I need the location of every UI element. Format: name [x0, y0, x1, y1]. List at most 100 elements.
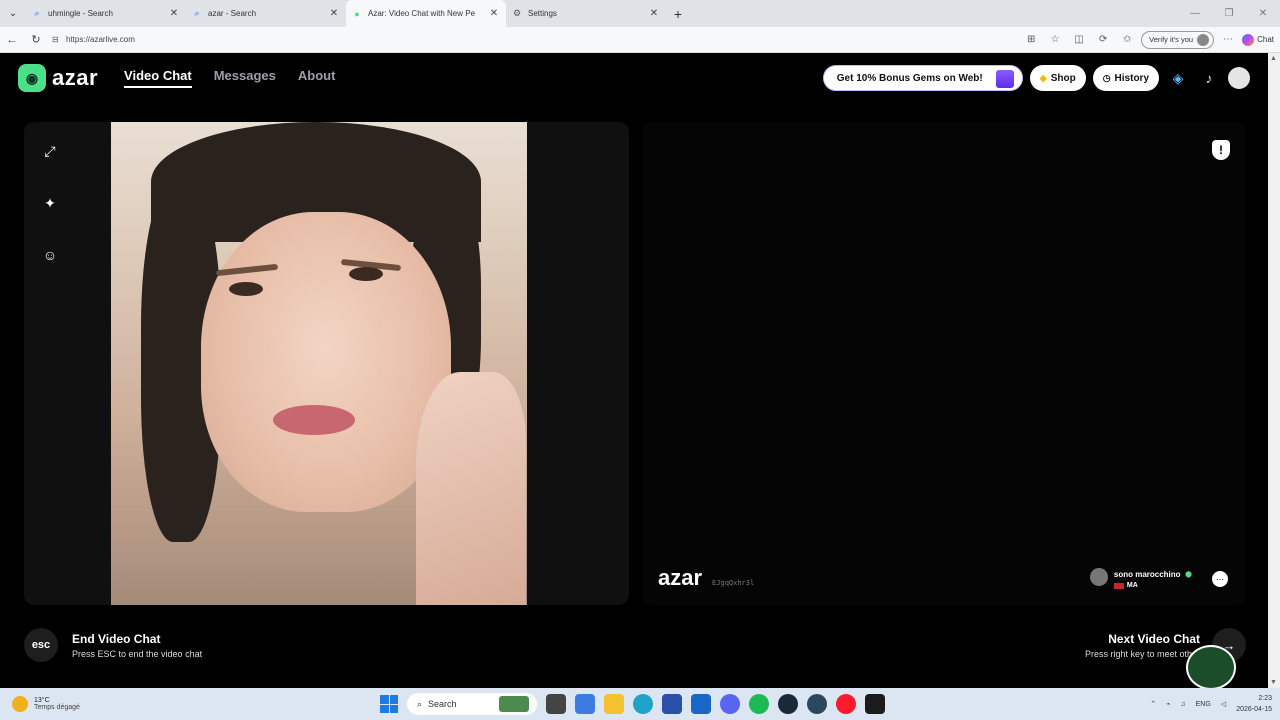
browser-tab-1[interactable]: ⌕ uhmingle - Search ✕ — [26, 0, 186, 27]
chevron-up-icon[interactable]: ⌃ — [1150, 700, 1156, 708]
partner-watermark: azar EJgqQxhr3l — [658, 565, 754, 591]
face-shape — [201, 212, 451, 512]
system-tray: ⌃ ⌁ ♫ ENG ◁ 2:23 2026-04-15 — [1150, 688, 1272, 720]
partner-name: sono marocchino — [1113, 570, 1181, 579]
url-field[interactable]: ⊟ https://azarlive.com — [52, 30, 1012, 50]
history-label: History — [1114, 72, 1149, 84]
expand-icon[interactable]: ⤢ — [41, 142, 59, 160]
azar-page: ◉ azar Video Chat Messages About Get 10%… — [0, 53, 1268, 688]
logo-text: azar — [52, 65, 99, 90]
store-app-icon[interactable] — [575, 694, 595, 714]
calculator-icon[interactable] — [662, 694, 682, 714]
clock[interactable]: 2:23 2026-04-15 — [1236, 693, 1272, 715]
windows-start-icon[interactable] — [380, 695, 398, 713]
close-icon[interactable]: ✕ — [648, 8, 660, 19]
taskbar-apps: ⌕ Search — [380, 688, 885, 720]
header-actions: Get 10% Bonus Gems on Web! ◆ Shop ◷ Hist… — [822, 65, 1250, 91]
temperature: 13°C — [34, 697, 50, 704]
page-scrollbar[interactable]: ▲ ▼ — [1268, 53, 1280, 688]
edge-browser-icon[interactable] — [633, 694, 653, 714]
browser-tab-3[interactable]: ● Azar: Video Chat with New Pe ✕ — [346, 0, 506, 27]
weather-widget[interactable]: 13°C Temps dégagé — [12, 696, 212, 712]
volume-icon[interactable]: ◁ — [1221, 700, 1226, 708]
site-info-icon[interactable]: ⊟ — [52, 35, 66, 44]
esc-key-button[interactable]: esc — [24, 628, 58, 662]
read-mode-icon[interactable]: ⊞ — [1021, 34, 1041, 45]
self-camera-feed — [111, 122, 527, 605]
end-chat-hint: Press ESC to end the video chat — [72, 648, 203, 659]
opera-icon[interactable] — [836, 694, 856, 714]
minimize-icon[interactable]: — — [1178, 0, 1212, 27]
outlook-icon[interactable] — [691, 694, 711, 714]
copilot-chat-button[interactable]: Chat — [1242, 33, 1274, 46]
close-icon[interactable]: ✕ — [488, 8, 500, 19]
partner-info[interactable]: sono marocchino ⬢ MA — [1089, 564, 1192, 589]
azar-logo[interactable]: ◉ azar — [18, 64, 98, 92]
new-tab-icon[interactable]: + — [666, 6, 690, 22]
close-window-icon[interactable]: ✕ — [1246, 0, 1280, 27]
chat-bubble-icon[interactable]: ⋯ — [1212, 571, 1228, 587]
task-view-icon[interactable] — [546, 694, 566, 714]
tab-title: Azar: Video Chat with New Pe — [368, 9, 476, 18]
search-icon: ⌕ — [194, 8, 200, 18]
terminal-icon[interactable] — [865, 694, 885, 714]
tab-title: azar - Search — [208, 9, 257, 18]
shop-button[interactable]: ◆ Shop — [1029, 65, 1086, 91]
reload-icon[interactable]: ↻ — [24, 33, 48, 46]
discord-icon[interactable] — [720, 694, 740, 714]
right-eye — [349, 267, 383, 281]
bell-icon[interactable]: ♪ — [1197, 66, 1221, 90]
close-icon[interactable]: ✕ — [328, 8, 340, 19]
gems-balance-icon[interactable]: ◈ — [1166, 66, 1190, 90]
nav-video-chat[interactable]: Video Chat — [124, 68, 192, 88]
video-tools: ⤢ ✦ ☺ — [41, 142, 59, 264]
steam-client-icon[interactable] — [807, 694, 827, 714]
windows-taskbar: 13°C Temps dégagé ⌕ Search ⌃ ⌁ ♫ ENG ◁ 2… — [0, 688, 1280, 720]
azar-favicon-icon: ● — [354, 8, 360, 19]
microphone-icon[interactable]: ♫ — [1180, 701, 1185, 708]
browser-tab-4[interactable]: ⚙ Settings ✕ — [506, 0, 666, 27]
spotify-icon[interactable] — [749, 694, 769, 714]
scroll-down-icon[interactable]: ▼ — [1270, 679, 1277, 686]
overlay-emblem-logo — [1186, 645, 1236, 690]
end-chat-control[interactable]: esc End Video Chat Press ESC to end the … — [24, 628, 202, 662]
verify-profile-button[interactable]: Verify it's you — [1141, 30, 1215, 49]
restore-icon[interactable]: ❐ — [1212, 0, 1246, 27]
partner-video-panel: ! azar EJgqQxhr3l sono marocchino ⬢ MA ⋯ — [642, 122, 1246, 605]
hand-shape — [416, 372, 526, 605]
lips — [273, 405, 355, 435]
profile-icon[interactable] — [1228, 67, 1250, 89]
search-highlight-image — [499, 696, 529, 712]
split-screen-icon[interactable]: ◫ — [1069, 34, 1089, 45]
scroll-up-icon[interactable]: ▲ — [1270, 55, 1277, 62]
face-effects-icon[interactable]: ☺ — [41, 246, 59, 264]
file-explorer-icon[interactable] — [604, 694, 624, 714]
verified-badge-icon: ⬢ — [1185, 570, 1192, 579]
tab-title: Settings — [528, 9, 557, 18]
report-shield-icon[interactable]: ! — [1212, 140, 1230, 160]
extensions-icon[interactable]: ⟳ — [1093, 34, 1113, 45]
network-icon[interactable]: ⌁ — [1166, 700, 1170, 708]
main-nav: Video Chat Messages About — [124, 68, 335, 88]
profile-avatar — [1197, 33, 1210, 46]
language-indicator[interactable]: ENG — [1196, 701, 1211, 708]
back-icon[interactable]: ← — [0, 34, 24, 46]
copilot-icon — [1242, 33, 1255, 46]
azar-logo-icon: ◉ — [18, 64, 46, 92]
favorites-bar-icon[interactable]: ✩ — [1117, 34, 1137, 45]
close-icon[interactable]: ✕ — [168, 8, 180, 19]
favorite-icon[interactable]: ☆ — [1045, 34, 1065, 45]
search-icon: ⌕ — [34, 8, 40, 18]
more-options-icon[interactable]: ⋯ — [1218, 34, 1238, 45]
nav-about[interactable]: About — [298, 68, 336, 88]
nav-messages[interactable]: Messages — [214, 68, 276, 88]
magic-wand-icon[interactable]: ✦ — [41, 194, 59, 212]
bonus-gems-promo-button[interactable]: Get 10% Bonus Gems on Web! — [822, 65, 1023, 91]
taskbar-search[interactable]: ⌕ Search — [407, 693, 537, 715]
gear-icon: ⚙ — [512, 8, 522, 18]
tab-actions-menu-icon[interactable]: ⌄ — [0, 0, 26, 27]
morocco-flag-icon — [1113, 582, 1124, 589]
browser-tab-2[interactable]: ⌕ azar - Search ✕ — [186, 0, 346, 27]
steam-icon[interactable] — [778, 694, 798, 714]
history-button[interactable]: ◷ History — [1092, 65, 1159, 91]
